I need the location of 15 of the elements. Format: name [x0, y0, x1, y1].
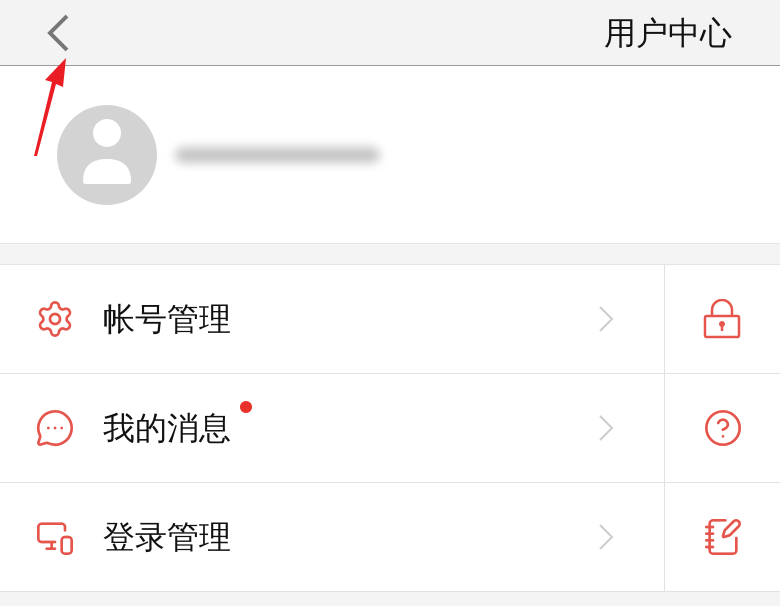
menu-item[interactable]: 登录管理	[0, 483, 664, 592]
menu-item[interactable]	[664, 374, 780, 483]
chevron-right-icon	[598, 305, 614, 333]
chevron-right-icon	[598, 414, 614, 442]
menu-item[interactable]: 我的消息	[0, 374, 664, 483]
menu-item[interactable]: 帐号管理	[0, 265, 664, 374]
chevron-right-icon	[598, 523, 614, 551]
chat-bubble-icon	[35, 408, 75, 448]
notebook-pen-icon	[703, 517, 743, 557]
lock-icon	[703, 299, 741, 339]
question-icon	[703, 408, 743, 448]
page-title: 用户中心	[604, 16, 732, 48]
back-icon	[46, 14, 70, 52]
menu-item[interactable]	[664, 483, 780, 592]
menu-item[interactable]	[664, 265, 780, 374]
